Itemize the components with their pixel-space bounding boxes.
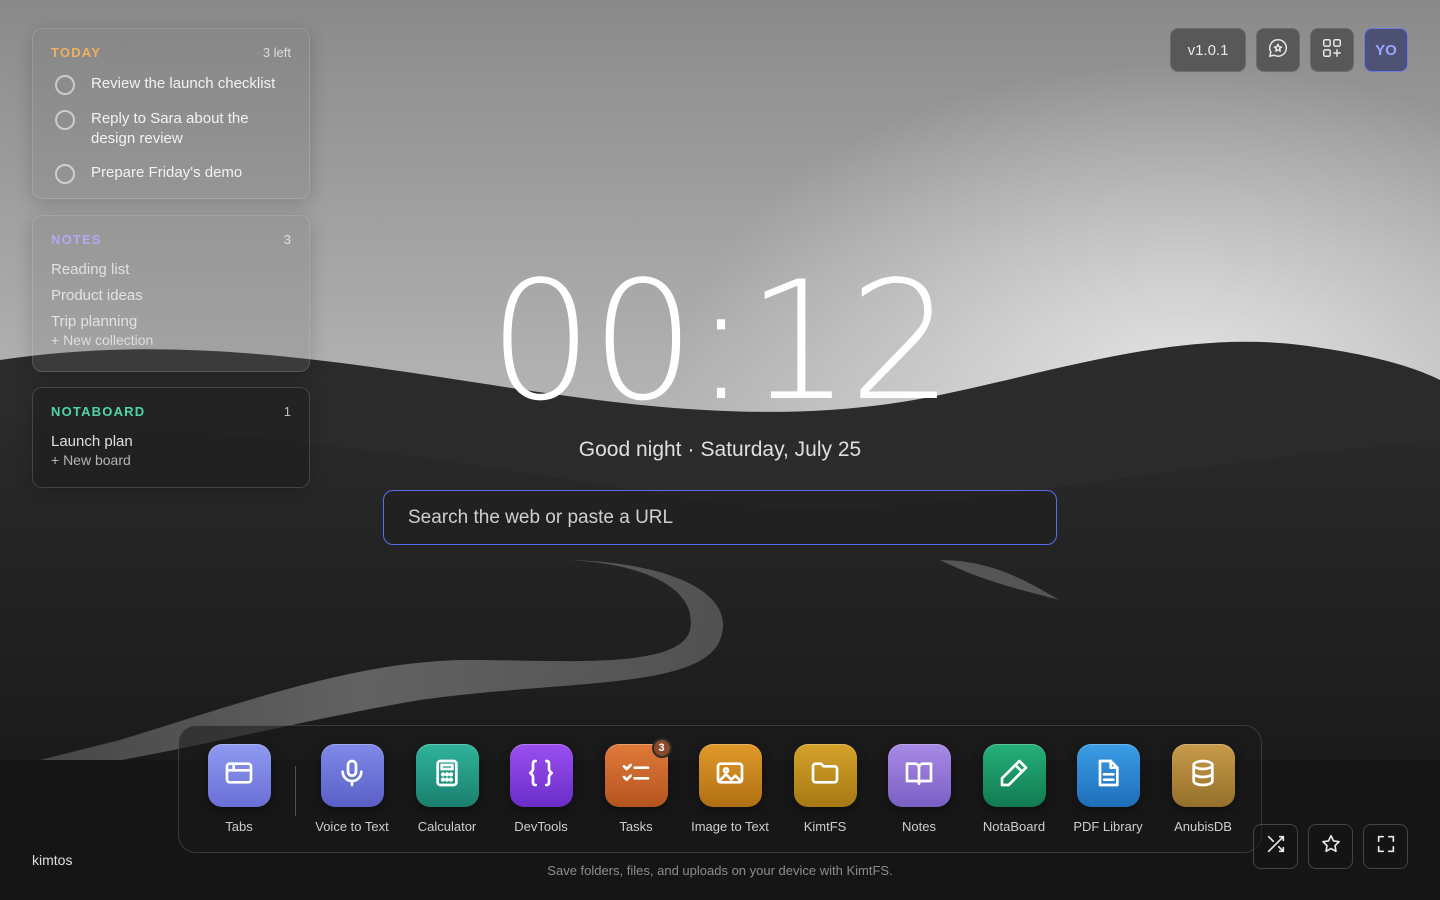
dock-app-tasks[interactable]: 3 Tasks [586,738,686,834]
browser-window-icon [223,757,255,794]
database-icon [1187,757,1219,794]
dock-app-notes[interactable]: Notes [869,744,969,834]
todo-item[interactable]: Prepare Friday's demo [51,163,291,184]
favorite-button[interactable] [1308,824,1353,869]
top-toolbar: v1.0.1 YO [1170,28,1408,72]
todo-item[interactable]: Review the launch checklist [51,74,291,95]
app-icon-tile [207,744,271,807]
tasks-badge: 3 [651,738,672,758]
dock-app-tabs[interactable]: Tabs [189,744,289,834]
app-icon-tile [320,744,384,807]
todo-item[interactable]: Reply to Sara about the design review [51,109,291,149]
image-icon [714,757,746,794]
app-icon-tile [1076,744,1140,807]
apps-button[interactable] [1310,28,1354,72]
dock-app-calculator[interactable]: Calculator [397,744,497,834]
version-button[interactable]: v1.0.1 [1170,28,1246,72]
document-icon [1092,757,1124,794]
microphone-icon [336,757,368,794]
dock-separator [295,766,296,816]
app-icon-tile [887,744,951,807]
open-book-icon [903,757,935,794]
app-label: Calculator [417,819,477,834]
app-icon-tile [793,744,857,807]
dock-app-kimtfs[interactable]: KimtFS [775,744,875,834]
todo-text: Review the launch checklist [91,75,276,92]
app-label: Voice to Text [315,819,389,834]
footer-hint: Save folders, files, and uploads on your… [547,863,893,878]
apps-grid-icon [1321,37,1343,63]
date-text: Saturday, July 25 [700,438,862,461]
app-label: Tabs [225,819,253,834]
dock-app-anubisdb[interactable]: AnubisDB [1153,744,1253,834]
greeting-line: Good night · Saturday, July 25 [0,438,1440,462]
dock-app-pdf-library[interactable]: PDF Library [1058,744,1158,834]
search-box[interactable] [383,490,1057,545]
app-label: KimtFS [803,819,847,834]
dock-app-devtools[interactable]: DevTools [491,744,591,834]
app-icon-tile [415,744,479,807]
chat-button[interactable] [1256,28,1300,72]
user-avatar-button[interactable]: YO [1364,28,1408,72]
dock-app-notaboard[interactable]: NotaBoard [964,744,1064,834]
app-label: Notes [902,819,936,834]
app-label: DevTools [514,819,568,834]
today-title: TODAY [51,45,102,60]
todo-checkbox[interactable] [55,110,75,130]
today-count: 3 left [262,45,291,60]
app-label: AnubisDB [1174,819,1232,834]
app-icon-tile [509,744,573,807]
dock-app-image-to-text[interactable]: Image to Text [680,744,780,834]
app-label: NotaBoard [982,819,1046,834]
pencil-icon [998,757,1030,794]
today-card: TODAY 3 left Review the launch checklist… [32,28,310,199]
app-label: PDF Library [1073,819,1143,834]
chat-sparkle-icon [1267,37,1289,63]
todo-text: Prepare Friday's demo [91,164,243,181]
fullscreen-button[interactable] [1363,824,1408,869]
todo-text: Reply to Sara about the design review [91,110,249,147]
dock-app-voice-to-text[interactable]: Voice to Text [302,744,402,834]
todo-checkbox[interactable] [55,164,75,184]
app-icon-tile [698,744,762,807]
app-icon-tile [982,744,1046,807]
app-icon-tile [1171,744,1235,807]
todo-checkbox[interactable] [55,75,75,95]
shuffle-icon [1265,833,1287,860]
fullscreen-icon [1375,833,1397,860]
clock-time: 00:12 [488,246,954,437]
notes-count: 3 [283,232,291,247]
curly-braces-icon [525,757,557,794]
greeting-text: Good night [578,438,682,461]
calculator-icon [431,757,463,794]
notes-title: NOTES [51,232,102,247]
app-label: Image to Text [691,819,769,834]
app-dock: Tabs Voice to Text Calculator DevTools 3… [178,725,1262,853]
bottom-right-controls [1253,824,1408,869]
app-icon-tile: 3 [604,738,672,807]
checklist-icon [620,757,652,794]
folder-icon [809,757,841,794]
greeting-separator: · [687,438,695,461]
search-input[interactable] [408,506,1032,529]
shuffle-button[interactable] [1253,824,1298,869]
app-label: Tasks [619,819,653,834]
star-icon [1320,833,1342,860]
